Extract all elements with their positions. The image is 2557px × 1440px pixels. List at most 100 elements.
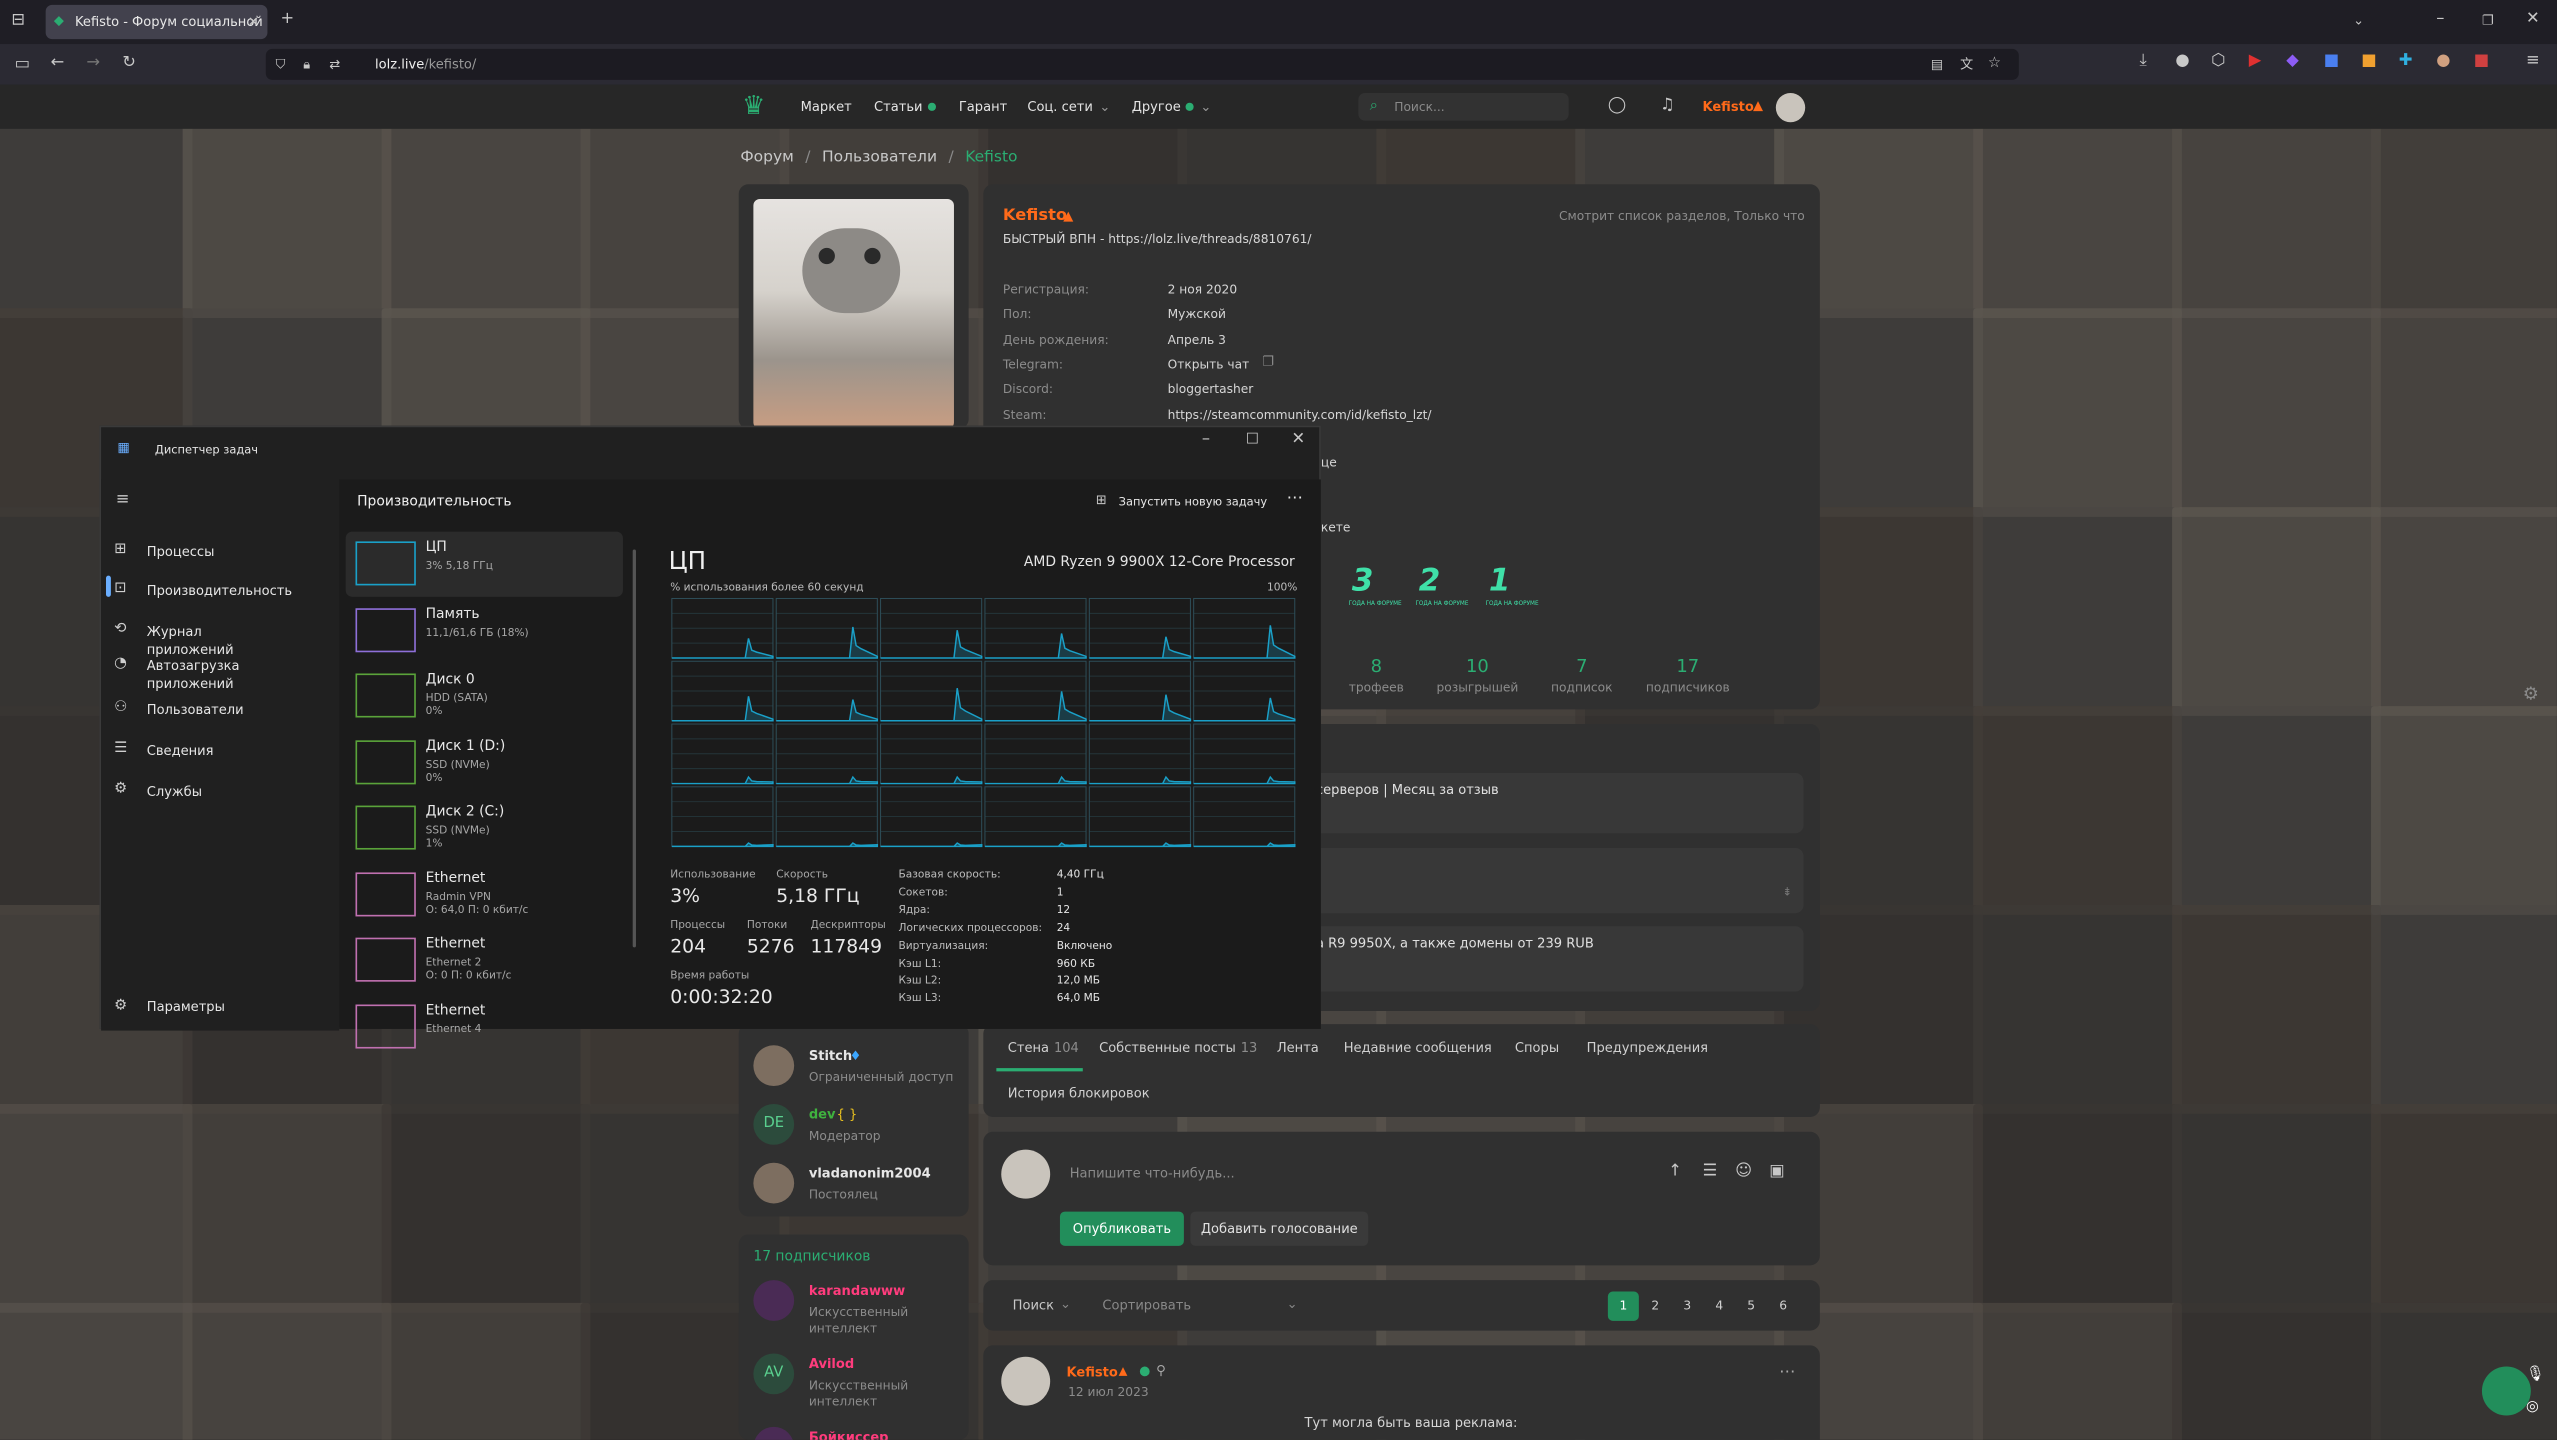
- reader-view-icon[interactable]: ▤: [1931, 57, 1943, 73]
- address-bar[interactable]: ⛉ 🔒︎ ⇄ lolz.live/kefisto/ ▤ 文 ☆: [265, 48, 2019, 80]
- page-6[interactable]: 6: [1768, 1292, 1799, 1321]
- copy-icon[interactable]: ❐: [1262, 354, 1274, 369]
- hamburger-menu-icon[interactable]: ≡: [116, 492, 130, 508]
- download-icon[interactable]: ⤓: [2139, 53, 2146, 70]
- nav-item[interactable]: Гарант: [959, 99, 1007, 114]
- nav-item[interactable]: Статьи: [874, 99, 936, 114]
- reload-icon[interactable]: ↻: [122, 55, 136, 71]
- site-search-input[interactable]: ⌕ Поиск...: [1358, 92, 1569, 121]
- browser-tab[interactable]: ◆ Kefisto - Форум социальной и ✕: [45, 4, 268, 40]
- filter-search[interactable]: Поиск: [1013, 1298, 1054, 1313]
- extension-cookie-icon[interactable]: ●: [2436, 53, 2450, 70]
- user-name[interactable]: Avilod: [809, 1357, 854, 1372]
- run-new-task-button[interactable]: Запустить новую задачу: [1119, 496, 1268, 509]
- device-list-scrollbar[interactable]: [632, 549, 636, 948]
- nav-item[interactable]: Маркет: [801, 99, 852, 114]
- post-avatar[interactable]: [1001, 1356, 1051, 1406]
- back-icon[interactable]: ←: [51, 55, 65, 71]
- composer-input[interactable]: Напишите что-нибудь... ↑ ☰ ☺ ▣: [1060, 1156, 1800, 1192]
- new-tab-icon[interactable]: +: [280, 11, 294, 27]
- counter-value[interactable]: 10: [1428, 656, 1526, 677]
- nav-item[interactable]: Соц. сети ⌄: [1027, 99, 1110, 114]
- header-username[interactable]: Kefisto: [1702, 99, 1753, 114]
- bookmark-star-icon[interactable]: ☆: [1988, 55, 2001, 71]
- followers-title[interactable]: 17 подписчиков: [753, 1249, 870, 1265]
- nav-item[interactable]: Другое ⌄: [1132, 99, 1212, 114]
- more-options-icon[interactable]: ⋯: [1287, 489, 1303, 507]
- extension-translate-icon[interactable]: ■: [2324, 53, 2339, 70]
- page-3[interactable]: 3: [1672, 1292, 1703, 1321]
- page-2[interactable]: 2: [1640, 1292, 1671, 1321]
- profile-avatar-image[interactable]: [753, 198, 954, 429]
- extension-youtube-icon[interactable]: ▶: [2249, 53, 2262, 70]
- page-5[interactable]: 5: [1736, 1292, 1767, 1321]
- close-icon[interactable]: ✕: [1292, 431, 1306, 448]
- chevron-down-icon[interactable]: ⌄: [1287, 1296, 1298, 1311]
- settings-gear-icon[interactable]: ⚙: [2523, 683, 2539, 704]
- menu-4[interactable]: Автозагрузка приложений: [147, 657, 277, 693]
- profile-field-value[interactable]: Открыть чат: [1168, 357, 1250, 372]
- user-name[interactable]: Stitch: [809, 1049, 852, 1064]
- tab-2[interactable]: Собственные посты 13: [1099, 1040, 1257, 1055]
- tab-3[interactable]: Лента: [1277, 1040, 1319, 1055]
- menu-6[interactable]: Сведения: [147, 742, 277, 760]
- add-poll-button[interactable]: Добавить голосование: [1190, 1211, 1369, 1246]
- extension-red-icon[interactable]: ■: [2474, 53, 2489, 70]
- settings-link[interactable]: Параметры: [147, 1000, 225, 1015]
- user-avatar[interactable]: [753, 1045, 795, 1087]
- extension-t-icon[interactable]: ●: [2175, 53, 2189, 70]
- user-avatar[interactable]: [753, 1280, 795, 1321]
- extension-orange-icon[interactable]: ■: [2361, 53, 2376, 70]
- device-item[interactable]: Ethernet Radmin VPN О: 64,0 П: 0 кбит/с: [352, 865, 626, 927]
- user-avatar[interactable]: AV: [753, 1353, 795, 1395]
- shield-icon[interactable]: ⛉: [276, 57, 286, 73]
- user-avatar[interactable]: DE: [753, 1103, 795, 1145]
- tab-list-icon[interactable]: ⊟: [11, 12, 25, 29]
- menu-icon[interactable]: ≡: [2526, 53, 2540, 70]
- device-item[interactable]: Диск 0 HDD (SATA) 0%: [352, 667, 626, 729]
- close-window-icon[interactable]: ✕: [2526, 11, 2540, 27]
- permissions-icon[interactable]: ⇄: [329, 57, 340, 73]
- user-name[interactable]: karandawww: [809, 1283, 905, 1298]
- maximize-icon[interactable]: ☐: [1246, 432, 1259, 448]
- page-1[interactable]: 1: [1607, 1291, 1639, 1321]
- device-item[interactable]: ЦП 3% 5,18 ГГц: [352, 535, 626, 597]
- user-name[interactable]: Бойкиссер: [809, 1430, 889, 1440]
- menu-5[interactable]: Пользователи: [147, 701, 277, 719]
- image-icon[interactable]: ▣: [1769, 1164, 1784, 1180]
- post-author[interactable]: Kefisto: [1066, 1365, 1117, 1380]
- user-avatar[interactable]: [753, 1162, 795, 1204]
- device-item[interactable]: Ethernet Ethernet 4: [352, 997, 626, 1059]
- sidebar-icon[interactable]: ▭: [15, 56, 30, 73]
- chat-button[interactable]: [2481, 1366, 2531, 1416]
- tab-ban-history[interactable]: История блокировок: [1008, 1086, 1150, 1101]
- lock-icon[interactable]: 🔒︎: [303, 57, 310, 73]
- publish-button[interactable]: Опубликовать: [1059, 1211, 1184, 1246]
- device-item[interactable]: Диск 1 (D:) SSD (NVMe) 0%: [352, 733, 626, 795]
- tab-1[interactable]: Стена 104: [1008, 1040, 1079, 1055]
- restore-icon[interactable]: ❐: [2482, 13, 2494, 29]
- list-icon[interactable]: ☰: [1702, 1164, 1717, 1180]
- menu-3[interactable]: Журнал приложений: [147, 623, 277, 659]
- breadcrumb-forum[interactable]: Форум: [740, 148, 794, 166]
- extension-puzzle-icon[interactable]: ⬡: [2211, 53, 2225, 70]
- tab-5[interactable]: Споры: [1515, 1040, 1559, 1055]
- profile-field-value[interactable]: https://steamcommunity.com/id/kefisto_lz…: [1168, 407, 1432, 422]
- device-item[interactable]: Ethernet Ethernet 2 О: 0 П: 0 кбит/с: [352, 931, 626, 993]
- user-name[interactable]: dev: [809, 1107, 836, 1122]
- menu-1[interactable]: Процессы: [147, 543, 277, 561]
- counter-value[interactable]: 17: [1639, 656, 1737, 677]
- device-item[interactable]: Диск 2 (C:) SSD (NVMe) 1%: [352, 799, 626, 861]
- close-tab-icon[interactable]: ✕: [248, 15, 259, 31]
- menu-2[interactable]: Производительность: [147, 582, 292, 600]
- arrow-up-icon[interactable]: ↑: [1668, 1164, 1682, 1180]
- messages-icon[interactable]: ◯: [1608, 97, 1626, 114]
- settings-gear-icon[interactable]: ⚙: [114, 998, 127, 1014]
- extension-cyan-icon[interactable]: ✚: [2399, 53, 2413, 70]
- notifications-bell-icon[interactable]: ♫: [1660, 97, 1675, 114]
- microphone-icon[interactable]: 🎙︎: [2526, 1367, 2545, 1383]
- menu-7[interactable]: Службы: [147, 783, 277, 801]
- pin-icon[interactable]: ⇟: [1782, 885, 1792, 898]
- chevron-down-icon[interactable]: ⌄: [2353, 13, 2364, 29]
- chevron-down-icon[interactable]: ⌄: [1060, 1296, 1071, 1311]
